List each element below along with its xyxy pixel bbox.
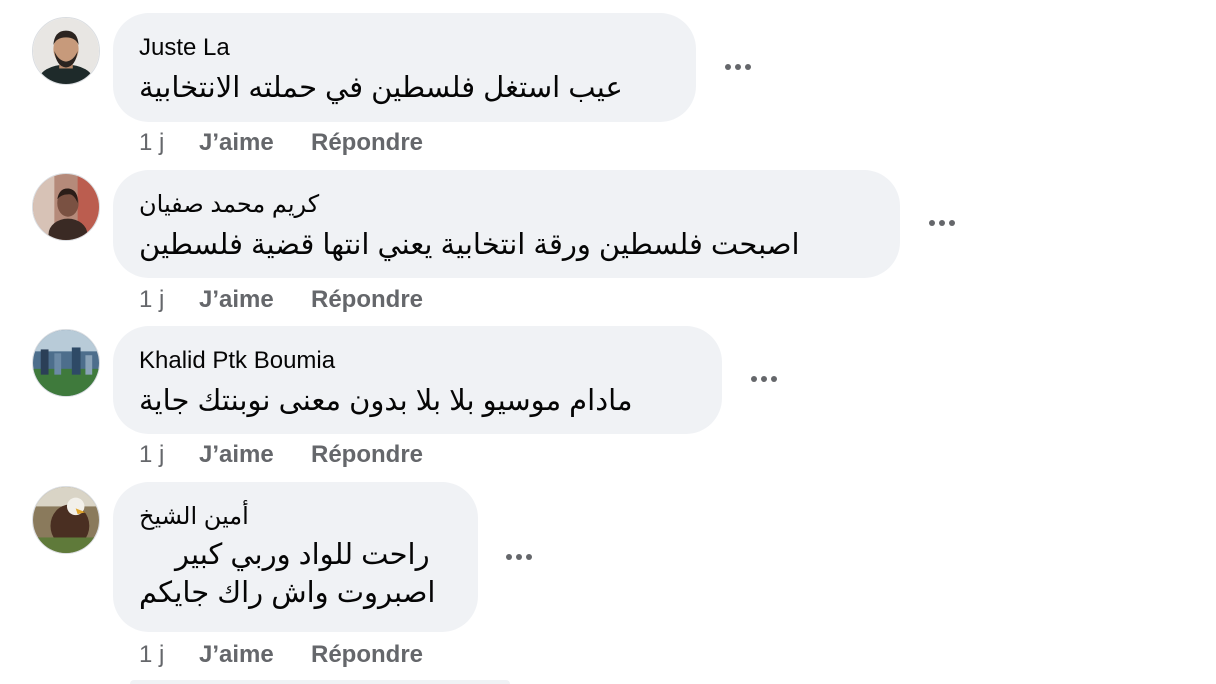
avatar[interactable] bbox=[32, 17, 100, 85]
reply-button[interactable]: Répondre bbox=[311, 128, 423, 158]
next-comment-bubble-edge bbox=[130, 680, 510, 684]
comment-bubble: أمين الشيخ راحت للواد وربي كبير اصبروت و… bbox=[113, 482, 478, 632]
like-button[interactable]: J’aime bbox=[199, 640, 274, 670]
avatar-image bbox=[33, 18, 99, 84]
comment-author[interactable]: أمين الشيخ bbox=[139, 502, 452, 532]
like-button[interactable]: J’aime bbox=[199, 285, 274, 315]
avatar-image bbox=[33, 330, 99, 396]
reply-button[interactable]: Répondre bbox=[311, 640, 423, 670]
avatar-image bbox=[33, 487, 99, 553]
avatar-image bbox=[33, 174, 99, 240]
more-options-icon[interactable] bbox=[920, 201, 964, 245]
comment-bubble: Juste La عيب استغل فلسطين في حملته الانت… bbox=[113, 13, 696, 122]
avatar[interactable] bbox=[32, 329, 100, 397]
like-button[interactable]: J’aime bbox=[199, 440, 274, 470]
comment-text: اصبروت واش راك جايكم bbox=[139, 577, 436, 609]
reply-button[interactable]: Répondre bbox=[311, 285, 423, 315]
comment-timestamp[interactable]: 1 j bbox=[139, 285, 164, 315]
comment-timestamp[interactable]: 1 j bbox=[139, 640, 164, 670]
comment-author[interactable]: Juste La bbox=[139, 33, 670, 63]
comment-author[interactable]: Khalid Ptk Boumia bbox=[139, 346, 696, 376]
comment-timestamp[interactable]: 1 j bbox=[139, 128, 164, 158]
comment-bubble: Khalid Ptk Boumia مادام موسيو بلا بلا بد… bbox=[113, 326, 722, 434]
more-options-icon[interactable] bbox=[497, 535, 541, 579]
comment-bubble: كريم محمد صفيان اصبحت فلسطين ورقة انتخاب… bbox=[113, 170, 900, 278]
avatar[interactable] bbox=[32, 486, 100, 554]
more-options-icon[interactable] bbox=[716, 45, 760, 89]
comment-text: عيب استغل فلسطين في حملته الانتخابية bbox=[139, 72, 623, 104]
comment-text: اصبحت فلسطين ورقة انتخابية يعني انتها قض… bbox=[139, 229, 800, 261]
comment-author[interactable]: كريم محمد صفيان bbox=[139, 190, 874, 220]
comment-timestamp[interactable]: 1 j bbox=[139, 440, 164, 470]
avatar[interactable] bbox=[32, 173, 100, 241]
like-button[interactable]: J’aime bbox=[199, 128, 274, 158]
more-options-icon[interactable] bbox=[742, 357, 786, 401]
comment-text: راحت للواد وربي كبير bbox=[175, 539, 430, 571]
comment-text: مادام موسيو بلا بلا بدون معنى نوبنتك جاي… bbox=[139, 385, 633, 417]
reply-button[interactable]: Répondre bbox=[311, 440, 423, 470]
